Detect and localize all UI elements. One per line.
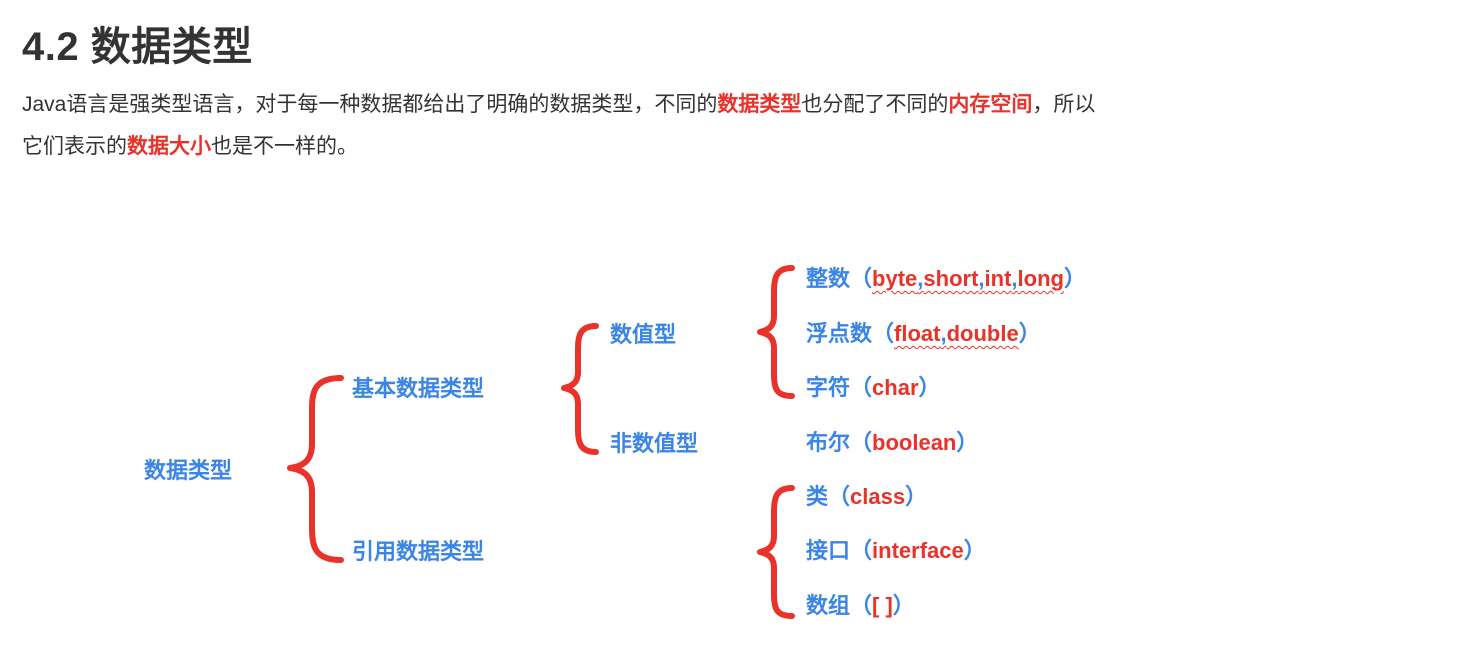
char-label: 字符 (806, 375, 851, 400)
para-text: 也是不一样的。 (211, 135, 358, 158)
node-char: 字符（char） (806, 374, 941, 402)
para-text: ，所以 (1032, 93, 1096, 116)
paren-close: ） (918, 375, 941, 400)
brace-root (287, 375, 344, 563)
para-text: 它们表示的 (22, 135, 127, 158)
keyword-byte: byte (872, 266, 918, 291)
node-data-type: 数据类型 (144, 458, 233, 483)
brace-primitive (561, 323, 599, 455)
highlight-data-size: 数据大小 (127, 135, 211, 158)
para-text: 也分配了不同的 (801, 93, 949, 116)
integer-label: 整数 (806, 266, 851, 291)
highlight-memory-space: 内存空间 (948, 93, 1033, 116)
node-float: 浮点数（float,double） (806, 320, 1041, 348)
keyword-interface: interface (872, 538, 964, 563)
paren-open: （ (850, 538, 873, 563)
keyword-array: [ ] (872, 593, 893, 618)
float-label: 浮点数 (806, 321, 873, 346)
paren-close: ） (905, 484, 928, 509)
comma: , (978, 266, 985, 291)
keyword-boolean: boolean (872, 430, 957, 455)
class-label: 类 (806, 484, 829, 509)
paren-close: ） (892, 593, 915, 618)
intro-paragraph: Java语言是强类型语言，对于每一种数据都给出了明确的数据类型，不同的数据类型也… (22, 84, 1282, 168)
brace-reference (757, 485, 795, 619)
node-boolean: 布尔（boolean） (806, 429, 978, 457)
keyword-short: short (923, 266, 979, 291)
keyword-int: int (984, 266, 1012, 291)
section-heading: 4.2 数据类型 (22, 25, 253, 69)
node-interface: 接口（interface） (806, 537, 986, 565)
paren-close: ） (1018, 321, 1041, 346)
paren-open: （ (850, 266, 873, 291)
node-numeric-type: 数值型 (610, 322, 677, 347)
interface-label: 接口 (806, 538, 851, 563)
comma: , (917, 266, 924, 291)
node-non-numeric-type: 非数值型 (610, 431, 699, 456)
keyword-char: char (872, 375, 919, 400)
node-reference-type: 引用数据类型 (352, 539, 485, 564)
para-text: Java语言是强类型语言，对于每一种数据都给出了明确的数据类型，不同的 (22, 93, 718, 116)
node-integer: 整数（byte,short,int,long） (806, 265, 1086, 293)
comma: , (1011, 266, 1018, 291)
highlight-data-type: 数据类型 (717, 93, 802, 116)
comma: , (940, 321, 947, 346)
paren-open: （ (850, 593, 873, 618)
paren-close: ） (1063, 266, 1086, 291)
node-class: 类（class） (806, 483, 927, 511)
keyword-long: long (1017, 266, 1064, 291)
array-label: 数组 (806, 593, 851, 618)
keyword-float: float (894, 321, 941, 346)
paren-open: （ (850, 430, 873, 455)
paren-open: （ (872, 321, 895, 346)
keyword-class: class (850, 484, 906, 509)
paren-open: （ (850, 375, 873, 400)
paren-open: （ (828, 484, 851, 509)
brace-numeric (757, 265, 795, 399)
boolean-label: 布尔 (806, 430, 851, 455)
paren-close: ） (963, 538, 986, 563)
paren-close: ） (956, 430, 979, 455)
keyword-double: double (946, 321, 1019, 346)
node-array: 数组（[ ]） (806, 592, 915, 620)
node-primitive-type: 基本数据类型 (352, 376, 485, 401)
